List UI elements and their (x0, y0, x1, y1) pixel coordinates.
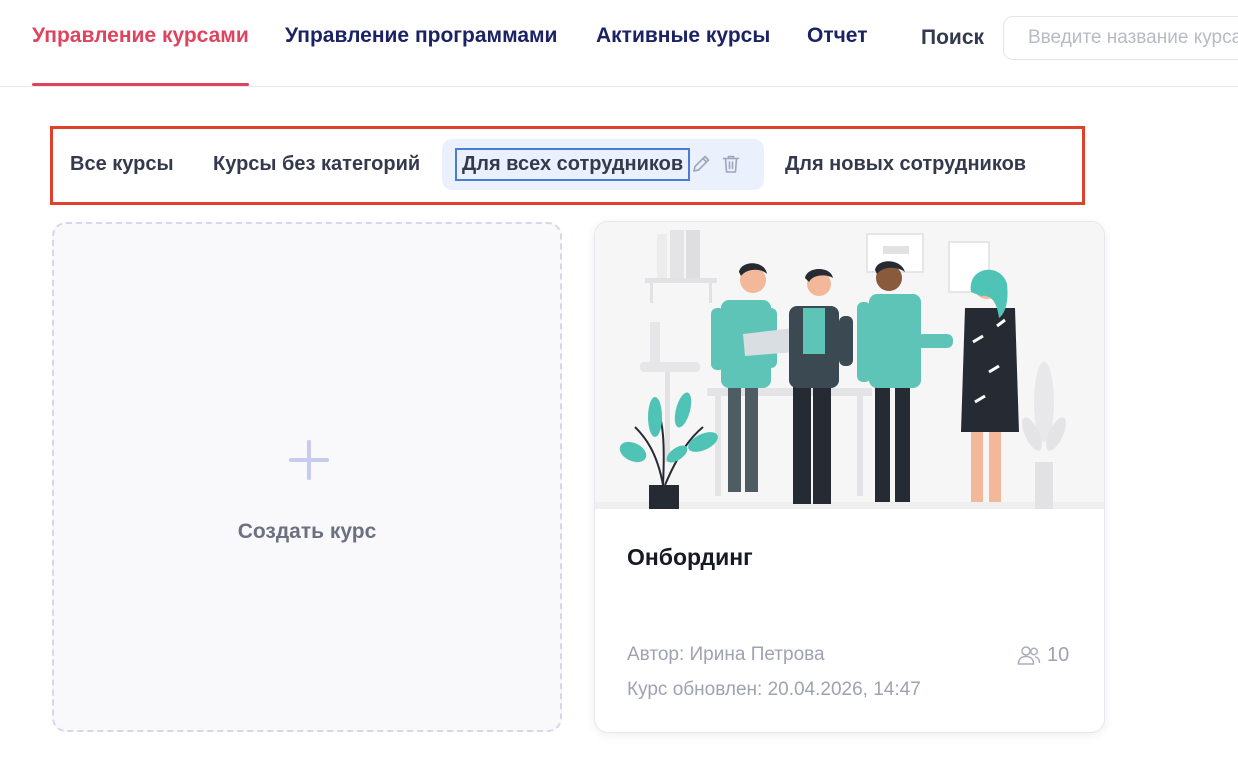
tab-program-management[interactable]: Управление программами (285, 24, 557, 86)
course-title: Онбординг (627, 544, 753, 570)
search-input[interactable] (1003, 16, 1238, 60)
plus-icon (287, 438, 331, 482)
course-cover-illustration (595, 222, 1104, 509)
category-for-all-employees-label[interactable]: Для всех сотрудников (455, 148, 691, 181)
course-card[interactable]: Онбординг Автор: Ирина Петрова Курс обно… (594, 221, 1105, 733)
trash-icon[interactable] (720, 153, 742, 175)
top-navigation: Управление курсами Управление программам… (0, 0, 1238, 87)
category-for-all-employees[interactable]: Для всех сотрудников (442, 139, 764, 190)
tab-course-management[interactable]: Управление курсами (32, 24, 249, 86)
create-course-label: Создать курс (237, 520, 377, 543)
tab-report[interactable]: Отчет (807, 24, 868, 86)
search-label: Поиск (921, 26, 985, 49)
category-all-courses[interactable]: Все курсы (70, 153, 174, 176)
category-bar: Все курсы Курсы без категорий Для всех с… (50, 126, 1085, 205)
course-author: Автор: Ирина Петрова (627, 644, 825, 665)
create-course-card[interactable]: Создать курс (52, 222, 562, 732)
users-icon (1017, 646, 1041, 665)
pencil-icon[interactable] (690, 153, 712, 175)
participants-count: 10 (1047, 643, 1070, 666)
category-new-employees[interactable]: Для новых сотрудников (785, 153, 1026, 176)
category-uncategorized[interactable]: Курсы без категорий (213, 153, 420, 176)
tab-active-courses[interactable]: Активные курсы (596, 24, 770, 86)
course-updated-date: Курс обновлен: 20.04.2026, 14:47 (627, 679, 921, 700)
participants-count-group: 10 (1017, 643, 1069, 667)
